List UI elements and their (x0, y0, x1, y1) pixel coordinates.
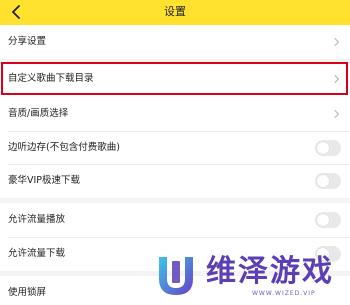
title-bar: 设置 (0, 0, 350, 25)
page-title: 设置 (164, 5, 186, 18)
settings-screen: 设置 分享设置 自定义歌曲下载目录 音质/画质选择 边听边存(不包含付费歌曲) … (0, 0, 350, 305)
quality-row[interactable]: 音质/画质选择 (0, 97, 350, 131)
quality-label: 音质/画质选择 (8, 108, 69, 119)
allow-data-play-toggle[interactable] (315, 212, 341, 228)
highlight-box (1, 62, 348, 95)
vip-download-toggle[interactable] (315, 173, 341, 189)
watermark-subtitle: WWW.WIZED.VIP (252, 290, 316, 297)
toggle-knob (317, 142, 329, 154)
allow-data-play-row: 允许流量播放 (0, 203, 350, 237)
share-settings-label: 分享设置 (8, 36, 47, 47)
lock-screen-label: 使用锁屏 (8, 287, 47, 298)
toggle-knob (317, 175, 329, 187)
listen-cache-toggle[interactable] (315, 140, 341, 156)
vip-download-label: 豪华VIP极速下载 (8, 175, 81, 186)
chevron-right-icon (334, 109, 340, 119)
watermark: 维泽游戏 WWW.WIZED.VIP (150, 252, 348, 302)
vip-download-row: 豪华VIP极速下载 (0, 164, 350, 198)
allow-data-play-label: 允许流量播放 (8, 214, 66, 225)
share-settings-row[interactable]: 分享设置 (0, 25, 350, 59)
listen-cache-label: 边听边存(不包含付费歌曲) (8, 142, 120, 153)
allow-data-download-label: 允许流量下载 (8, 248, 66, 259)
listen-cache-row: 边听边存(不包含付费歌曲) (0, 131, 350, 165)
chevron-right-icon (334, 37, 340, 47)
watermark-title: 维泽游戏 (206, 254, 334, 289)
toggle-knob (317, 214, 329, 226)
watermark-logo-icon (159, 257, 193, 295)
